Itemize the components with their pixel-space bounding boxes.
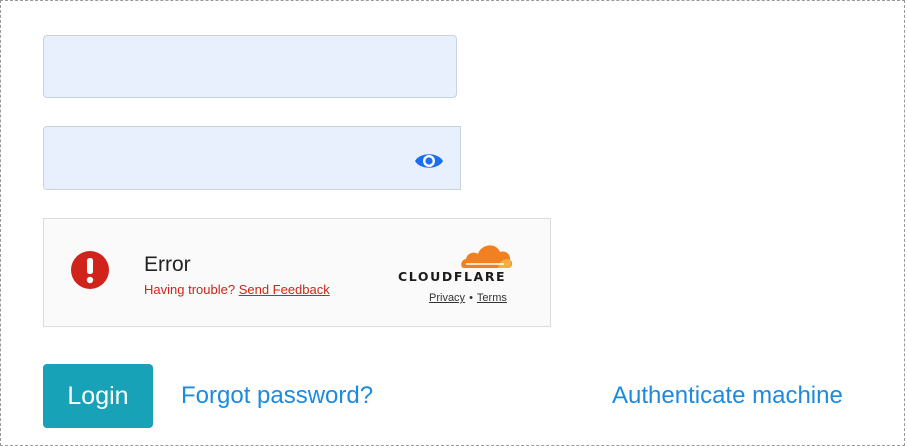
send-feedback-link[interactable]: Send Feedback: [239, 282, 330, 297]
terms-link[interactable]: Terms: [477, 292, 507, 304]
captcha-widget: Error Having trouble? Send Feedback CLOU…: [43, 218, 551, 327]
forgot-password-link[interactable]: Forgot password?: [181, 382, 373, 410]
link-separator: •: [469, 292, 473, 304]
eye-icon: [415, 154, 443, 168]
password-input[interactable]: [43, 126, 461, 190]
cloudflare-links: Privacy • Terms: [429, 292, 507, 304]
cloudflare-wordmark: CLOUDFLARE: [398, 269, 507, 284]
show-password-toggle[interactable]: [413, 150, 445, 172]
privacy-link[interactable]: Privacy: [429, 292, 465, 304]
authenticate-machine-link[interactable]: Authenticate machine: [612, 382, 843, 410]
exclamation-circle-icon: [71, 251, 109, 289]
cloudflare-cloud-icon: [461, 245, 513, 268]
captcha-status-title: Error: [144, 253, 191, 276]
login-button[interactable]: Login: [43, 364, 153, 428]
username-input[interactable]: [43, 35, 457, 98]
trouble-label: Having trouble?: [144, 282, 236, 297]
captcha-trouble-text: Having trouble? Send Feedback: [144, 282, 330, 297]
